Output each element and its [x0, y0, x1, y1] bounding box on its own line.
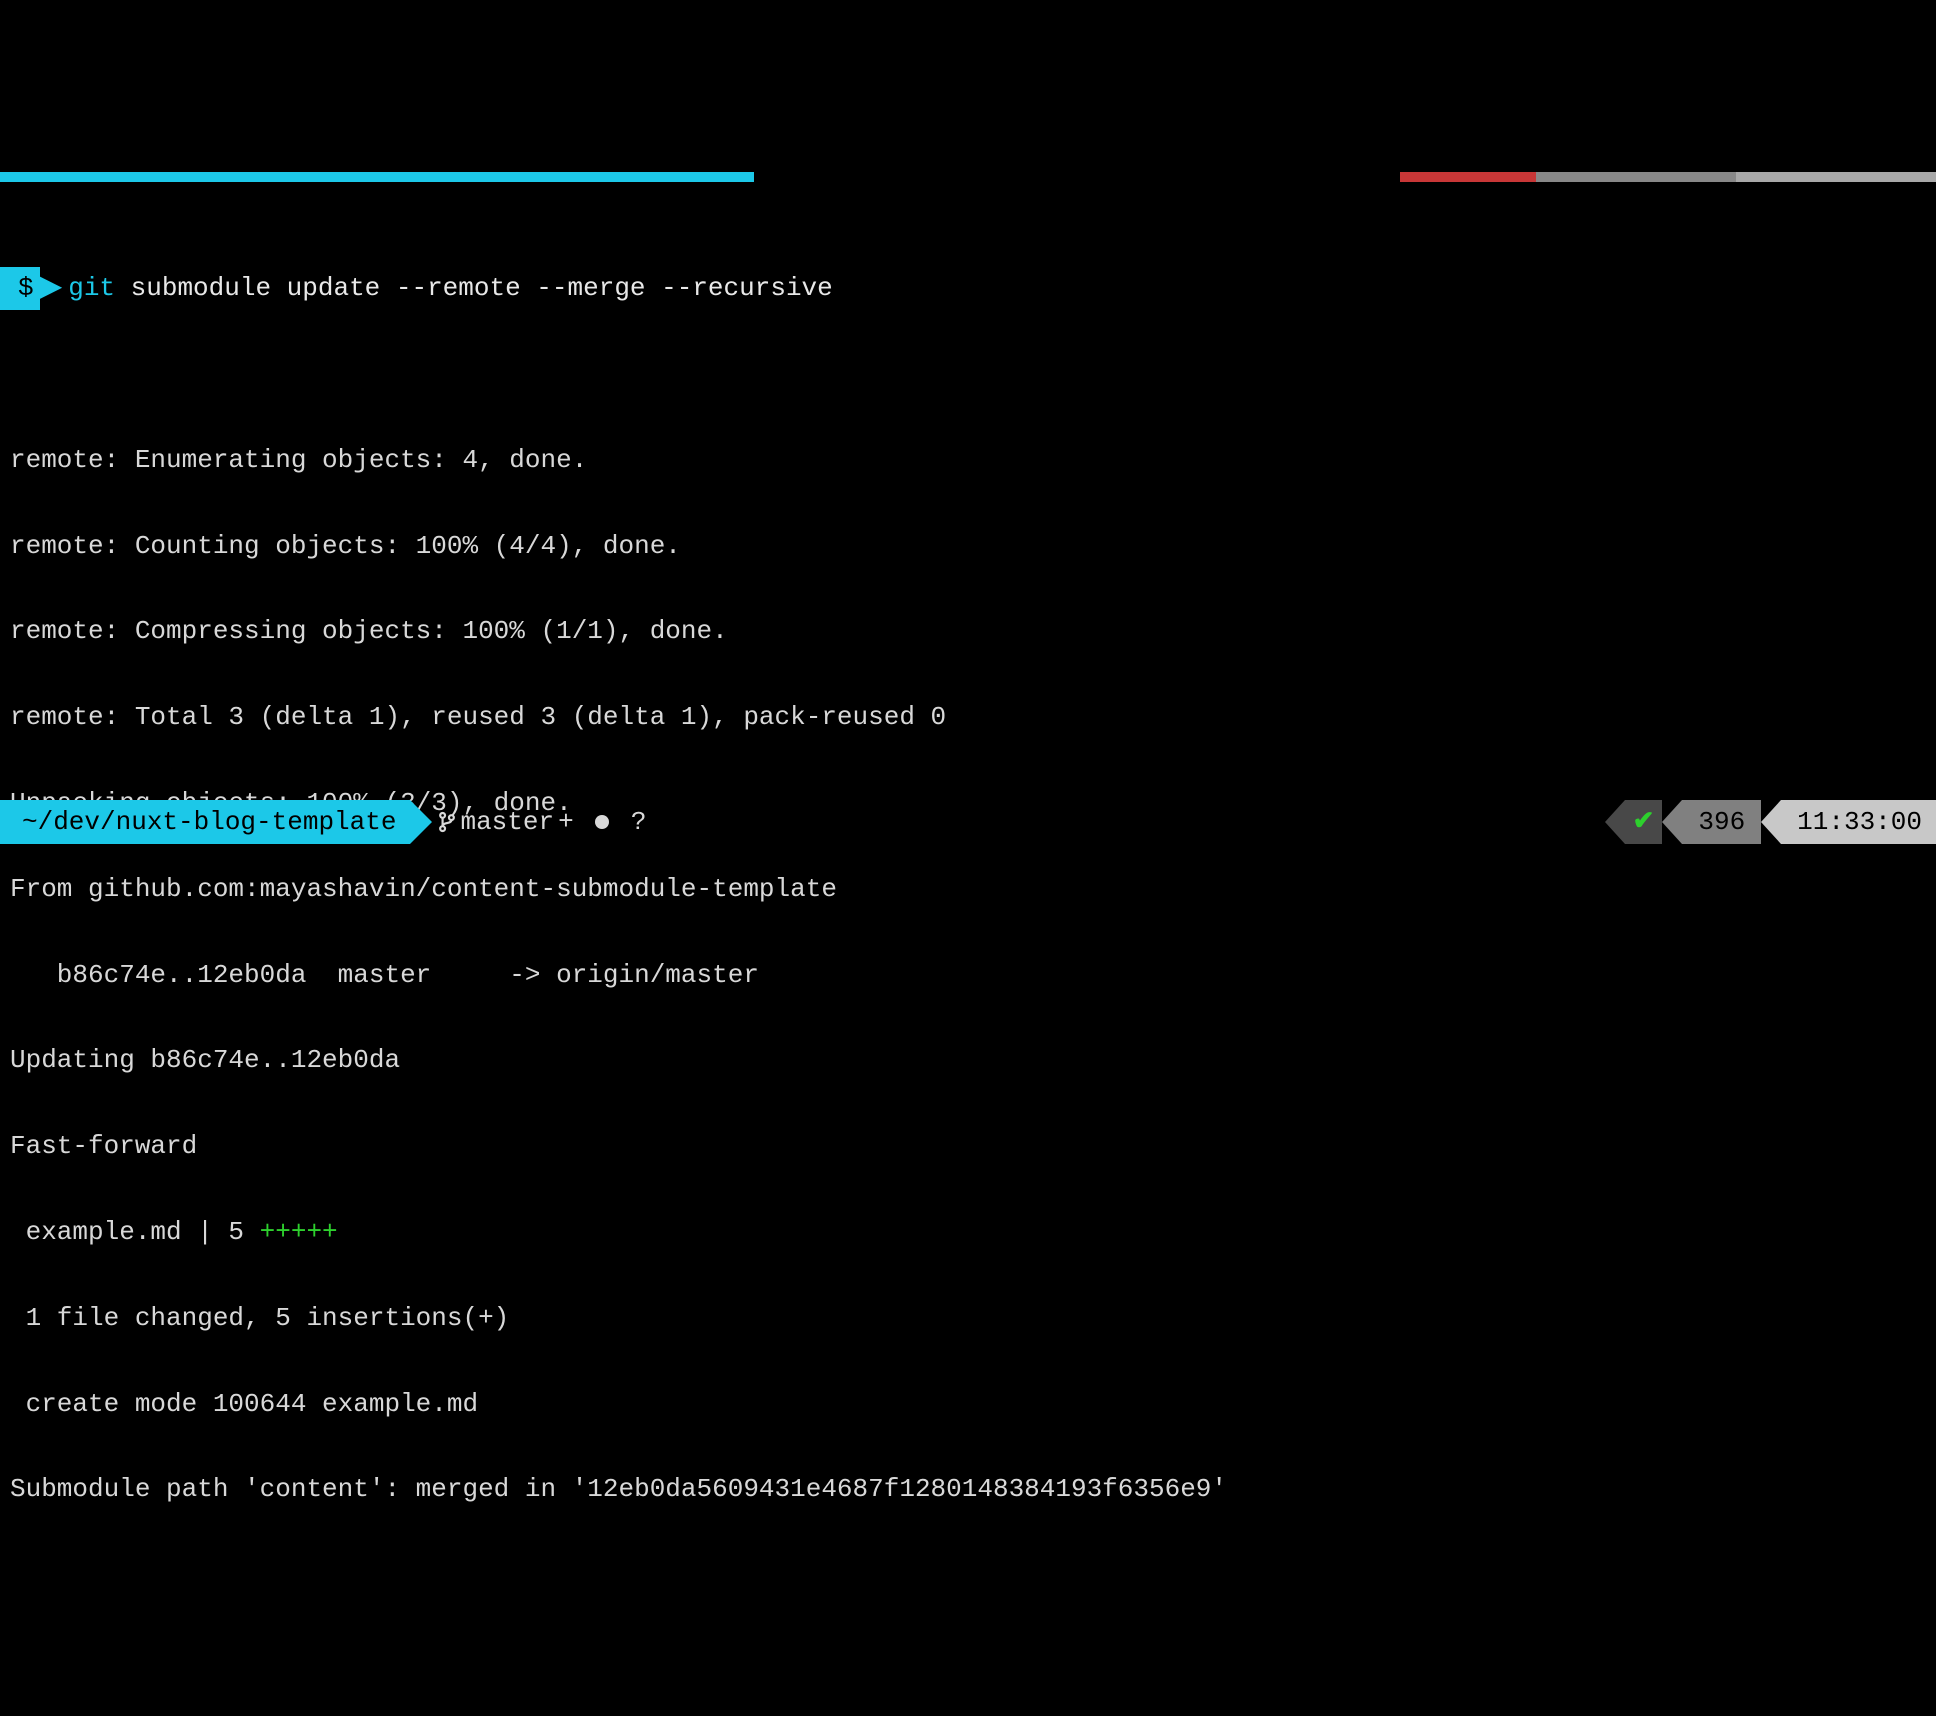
- output-line: Fast-forward: [10, 1125, 1936, 1168]
- git-branch-icon: [438, 811, 456, 833]
- output-line: create mode 100644 example.md: [10, 1383, 1936, 1426]
- git-command-keyword: git: [68, 267, 115, 310]
- window-titlebar: [0, 172, 1936, 182]
- prompt-symbol: $: [0, 267, 40, 310]
- powerline-arrow-right-icon: [410, 800, 432, 844]
- status-time: 11:33:00: [1781, 800, 1936, 844]
- output-line: Updating b86c74e..12eb0da: [10, 1039, 1936, 1082]
- diffstat-file: example.md | 5: [10, 1217, 260, 1247]
- powerline-arrow-left-icon: [1605, 800, 1625, 844]
- prompt-line[interactable]: $▶git submodule update --remote --merge …: [0, 267, 1936, 310]
- powerline-arrow-left-icon: [1662, 800, 1682, 844]
- terminal-output: remote: Enumerating objects: 4, done. re…: [0, 396, 1936, 1554]
- output-line: remote: Enumerating objects: 4, done.: [10, 439, 1936, 482]
- titlebar-segment-red: [1400, 172, 1536, 182]
- output-line: 1 file changed, 5 insertions(+): [10, 1297, 1936, 1340]
- prompt-arrow-icon: ▶: [38, 274, 63, 303]
- status-spacer: [655, 800, 1605, 844]
- status-command-number: 396: [1682, 800, 1761, 844]
- titlebar-segment-gray2: [1736, 172, 1936, 182]
- branch-dirty-dot-icon: [595, 815, 609, 829]
- output-line: remote: Total 3 (delta 1), reused 3 (del…: [10, 696, 1936, 739]
- status-cwd[interactable]: ~/dev/nuxt-blog-template: [0, 800, 410, 844]
- output-line: remote: Counting objects: 100% (4/4), do…: [10, 525, 1936, 568]
- status-exit-code: ✔: [1625, 800, 1663, 844]
- output-line: Submodule path 'content': merged in '12e…: [10, 1468, 1936, 1511]
- output-line: example.md | 5 +++++: [10, 1211, 1936, 1254]
- output-line: b86c74e..12eb0da master -> origin/master: [10, 954, 1936, 997]
- titlebar-segment-gray1: [1536, 172, 1736, 182]
- output-line: remote: Compressing objects: 100% (1/1),…: [10, 610, 1936, 653]
- output-line: From github.com:mayashavin/content-submo…: [10, 868, 1936, 911]
- status-bar: ~/dev/nuxt-blog-template master + ? ✔ 39…: [0, 800, 1936, 844]
- branch-name: master: [460, 800, 554, 844]
- titlebar-segment-active: [0, 172, 754, 182]
- git-branch-section[interactable]: master + ?: [432, 800, 654, 844]
- branch-question-indicator: ?: [615, 800, 646, 844]
- checkmark-icon: ✔: [1633, 800, 1655, 844]
- branch-plus-indicator: +: [558, 800, 589, 844]
- command-args: submodule update --remote --merge --recu…: [115, 267, 833, 310]
- diffstat-insertions-icon: +++++: [260, 1217, 338, 1247]
- powerline-arrow-left-icon: [1761, 800, 1781, 844]
- titlebar-segment-bg: [754, 172, 1400, 182]
